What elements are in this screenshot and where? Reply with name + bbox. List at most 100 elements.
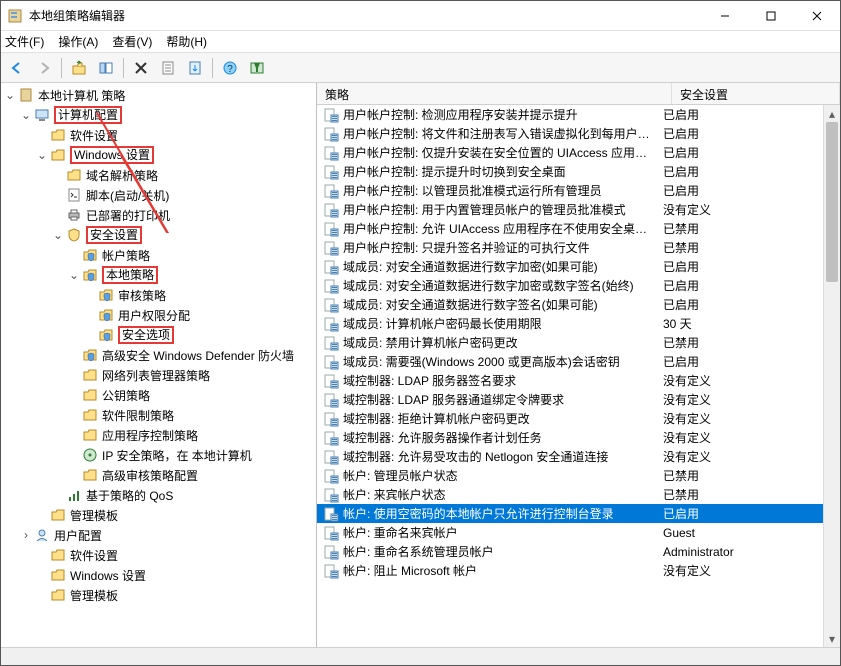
tree-node[interactable]: 管理模板 [35, 505, 316, 525]
menu-file[interactable]: 文件(F) [5, 33, 44, 50]
shield-folder-icon [98, 287, 114, 303]
policy-row[interactable]: 域成员: 对安全通道数据进行数字签名(如果可能)已启用 [317, 295, 823, 314]
folder-icon [50, 507, 66, 523]
policy-row[interactable]: 帐户: 管理员帐户状态已禁用 [317, 466, 823, 485]
policy-name: 域控制器: 拒绝计算机帐户密码更改 [343, 410, 655, 427]
policy-value: 没有定义 [655, 391, 823, 408]
column-security-setting[interactable]: 安全设置 [672, 83, 840, 104]
policy-row[interactable]: 域控制器: LDAP 服务器签名要求没有定义 [317, 371, 823, 390]
policy-row[interactable]: 域成员: 对安全通道数据进行数字加密(如果可能)已启用 [317, 257, 823, 276]
chevron-down-icon[interactable]: ⌄ [51, 228, 65, 242]
policy-row[interactable]: 用户帐户控制: 将文件和注册表写入错误虚拟化到每用户位置已启用 [317, 124, 823, 143]
policy-row[interactable]: 帐户: 使用空密码的本地帐户只允许进行控制台登录已启用 [317, 504, 823, 523]
policy-value: 已禁用 [655, 467, 823, 484]
tree-node[interactable]: ⌄本地计算机 策略 [3, 85, 316, 105]
tree-node[interactable]: 网络列表管理器策略 [67, 365, 316, 385]
tree-node[interactable]: 软件设置 [35, 545, 316, 565]
chevron-down-icon[interactable]: ⌄ [67, 268, 81, 282]
tree-node[interactable]: 管理模板 [35, 585, 316, 605]
policy-value: 已启用 [655, 106, 823, 123]
scroll-thumb[interactable] [826, 122, 838, 282]
tree-pane[interactable]: ⌄本地计算机 策略⌄计算机配置软件设置⌄Windows 设置域名解析策略脚本(启… [1, 83, 317, 647]
scroll-track[interactable] [824, 122, 840, 630]
tree-node[interactable]: 脚本(启动/关机) [51, 185, 316, 205]
policy-row[interactable]: 帐户: 重命名系统管理员帐户Administrator [317, 542, 823, 561]
policy-name: 帐户: 阻止 Microsoft 帐户 [343, 562, 655, 579]
policy-row[interactable]: 域控制器: 允许服务器操作者计划任务没有定义 [317, 428, 823, 447]
folder-icon [50, 587, 66, 603]
policy-row[interactable]: 域成员: 对安全通道数据进行数字加密或数字签名(始终)已启用 [317, 276, 823, 295]
tree-node[interactable]: 高级安全 Windows Defender 防火墙 [67, 345, 316, 365]
tree-node[interactable]: 基于策略的 QoS [51, 485, 316, 505]
toolbar: ? [1, 53, 840, 83]
delete-button[interactable] [129, 56, 153, 80]
tree-node[interactable]: 软件设置 [35, 125, 316, 145]
policy-row[interactable]: 帐户: 重命名来宾帐户Guest [317, 523, 823, 542]
show-tree-button[interactable] [94, 56, 118, 80]
folder-icon [50, 127, 66, 143]
policy-value: 没有定义 [655, 372, 823, 389]
menu-help[interactable]: 帮助(H) [166, 33, 207, 50]
policy-row[interactable]: 用户帐户控制: 允许 UIAccess 应用程序在不使用安全桌面...已禁用 [317, 219, 823, 238]
policy-row[interactable]: 用户帐户控制: 只提升签名并验证的可执行文件已禁用 [317, 238, 823, 257]
chevron-right-icon[interactable]: › [19, 528, 33, 542]
policy-row[interactable]: 帐户: 来宾帐户状态已禁用 [317, 485, 823, 504]
tree-node[interactable]: 审核策略 [83, 285, 316, 305]
tree-node[interactable]: 已部署的打印机 [51, 205, 316, 225]
menu-view[interactable]: 查看(V) [112, 33, 152, 50]
policy-value: 已启用 [655, 296, 823, 313]
properties-button[interactable] [156, 56, 180, 80]
tree-node-label: 基于策略的 QoS [86, 487, 173, 504]
policy-row[interactable]: 域成员: 计算机帐户密码最长使用期限30 天 [317, 314, 823, 333]
tree-node[interactable]: ⌄本地策略 [67, 265, 316, 285]
forward-button[interactable] [32, 56, 56, 80]
tree-node[interactable]: ⌄安全设置 [51, 225, 316, 245]
list-body[interactable]: 用户帐户控制: 检测应用程序安装并提示提升已启用用户帐户控制: 将文件和注册表写… [317, 105, 823, 647]
policy-row[interactable]: 用户帐户控制: 以管理员批准模式运行所有管理员已启用 [317, 181, 823, 200]
computer-icon [34, 107, 50, 123]
chevron-down-icon[interactable]: ⌄ [3, 88, 17, 102]
policy-row[interactable]: 用户帐户控制: 用于内置管理员帐户的管理员批准模式没有定义 [317, 200, 823, 219]
policy-icon [323, 107, 339, 123]
tree-node[interactable]: Windows 设置 [35, 565, 316, 585]
chevron-down-icon[interactable]: ⌄ [35, 148, 49, 162]
up-folder-button[interactable] [67, 56, 91, 80]
tree-node[interactable]: 安全选项 [83, 325, 316, 345]
tree-node[interactable]: 用户权限分配 [83, 305, 316, 325]
vertical-scrollbar[interactable]: ▴ ▾ [823, 105, 840, 647]
policy-row[interactable]: 用户帐户控制: 检测应用程序安装并提示提升已启用 [317, 105, 823, 124]
maximize-button[interactable] [748, 1, 794, 30]
minimize-button[interactable] [702, 1, 748, 30]
tree-node[interactable]: 应用程序控制策略 [67, 425, 316, 445]
policy-row[interactable]: 域成员: 禁用计算机帐户密码更改已禁用 [317, 333, 823, 352]
export-button[interactable] [183, 56, 207, 80]
tree-node[interactable]: 公钥策略 [67, 385, 316, 405]
tree-node[interactable]: ›用户配置 [19, 525, 316, 545]
tree-node[interactable]: 软件限制策略 [67, 405, 316, 425]
tree-node-label: 高级审核策略配置 [102, 467, 198, 484]
policy-row[interactable]: 域控制器: 允许易受攻击的 Netlogon 安全通道连接没有定义 [317, 447, 823, 466]
policy-row[interactable]: 帐户: 阻止 Microsoft 帐户没有定义 [317, 561, 823, 580]
scroll-up-button[interactable]: ▴ [824, 105, 840, 122]
policy-row[interactable]: 域控制器: LDAP 服务器通道绑定令牌要求没有定义 [317, 390, 823, 409]
menu-action[interactable]: 操作(A) [58, 33, 98, 50]
statusbar [1, 647, 840, 665]
policy-row[interactable]: 域控制器: 拒绝计算机帐户密码更改没有定义 [317, 409, 823, 428]
help-button[interactable]: ? [218, 56, 242, 80]
close-button[interactable] [794, 1, 840, 30]
chevron-down-icon[interactable]: ⌄ [19, 108, 33, 122]
tree-node[interactable]: 域名解析策略 [51, 165, 316, 185]
policy-row[interactable]: 用户帐户控制: 仅提升安装在安全位置的 UIAccess 应用程序已启用 [317, 143, 823, 162]
policy-row[interactable]: 域成员: 需要强(Windows 2000 或更高版本)会话密钥已启用 [317, 352, 823, 371]
tree-node[interactable]: ⌄计算机配置 [19, 105, 316, 125]
tree-node[interactable]: 帐户策略 [67, 245, 316, 265]
tree-node[interactable]: IP 安全策略，在 本地计算机 [67, 445, 316, 465]
policy-row[interactable]: 用户帐户控制: 提示提升时切换到安全桌面已启用 [317, 162, 823, 181]
tree-node[interactable]: ⌄Windows 设置 [35, 145, 316, 165]
column-policy[interactable]: 策略 [317, 83, 672, 104]
filter-button[interactable] [245, 56, 269, 80]
tree-node[interactable]: 高级审核策略配置 [67, 465, 316, 485]
back-button[interactable] [5, 56, 29, 80]
tree-spacer [35, 568, 49, 582]
scroll-down-button[interactable]: ▾ [824, 630, 840, 647]
